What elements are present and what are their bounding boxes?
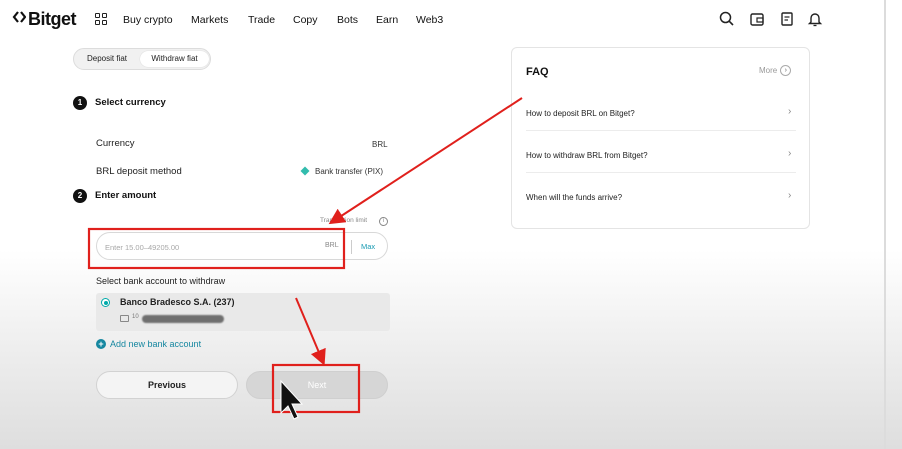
step-2-title: Enter amount	[95, 190, 157, 201]
faq-question: When will the funds arrive?	[526, 193, 623, 202]
currency-value[interactable]: BRL	[372, 140, 388, 149]
orders-icon[interactable]	[778, 10, 796, 28]
nav-trade[interactable]: Trade	[248, 14, 275, 26]
faq-item[interactable]: When will the funds arrive? ›	[512, 178, 809, 220]
add-bank-account-label: Add new bank account	[110, 339, 202, 349]
nav-buy-crypto[interactable]: Buy crypto	[123, 14, 173, 26]
bank-account-name: Banco Bradesco S.A. (237)	[120, 297, 235, 307]
faq-title: FAQ	[526, 66, 549, 78]
bitget-logo-mark-icon	[12, 10, 27, 29]
chevron-right-icon: ›	[780, 65, 792, 76]
chevron-right-icon: ›	[788, 106, 792, 117]
account-number-prefix: 10	[132, 314, 139, 320]
search-icon[interactable]	[718, 10, 736, 28]
nav-bots[interactable]: Bots	[337, 14, 358, 26]
withdraw-fiat-tab[interactable]: Withdraw fiat	[140, 51, 209, 67]
currency-label: Currency	[96, 138, 135, 149]
faq-question: How to withdraw BRL from Bitget?	[526, 151, 648, 160]
nav-web3[interactable]: Web3	[416, 14, 443, 26]
info-icon[interactable]: i	[379, 217, 388, 226]
card-icon	[120, 315, 129, 322]
plus-icon: +	[96, 339, 106, 349]
next-button[interactable]: Next	[246, 371, 388, 399]
step-2-badge: 2	[73, 189, 87, 203]
faq-more-link[interactable]: More ›	[759, 65, 792, 76]
previous-button[interactable]: Previous	[96, 371, 238, 399]
fiat-mode-toggle: Deposit fiat Withdraw fiat	[73, 48, 211, 70]
masked-account-number	[142, 315, 224, 323]
bank-radio[interactable]	[101, 298, 110, 307]
amount-divider	[351, 240, 352, 254]
faq-divider	[526, 130, 796, 131]
step-1-title: Select currency	[95, 97, 166, 108]
page-scrollbar[interactable]	[884, 0, 886, 449]
brand-name: Bitget	[28, 9, 77, 29]
faq-divider	[526, 172, 796, 173]
arrow-to-amount	[328, 97, 523, 225]
max-button[interactable]: Max	[361, 242, 375, 251]
add-bank-account-link[interactable]: + Add new bank account	[96, 339, 201, 349]
bank-account-option[interactable]: Banco Bradesco S.A. (237) 10	[96, 293, 390, 331]
transaction-limit-label: Transaction limit	[320, 217, 368, 224]
faq-panel: FAQ More › How to deposit BRL on Bitget?…	[511, 47, 810, 229]
amount-input[interactable]	[105, 239, 325, 255]
faq-question: How to deposit BRL on Bitget?	[526, 109, 635, 118]
bitget-logo[interactable]: Bitget	[12, 9, 77, 30]
top-navigation: Bitget Buy crypto Markets Trade Copy Bot…	[0, 0, 902, 40]
amount-input-box: BRL Max	[96, 232, 388, 260]
apps-grid-icon[interactable]	[95, 13, 107, 25]
deposit-fiat-tab[interactable]: Deposit fiat	[77, 51, 137, 67]
chevron-right-icon: ›	[788, 148, 792, 159]
step-1-badge: 1	[73, 96, 87, 110]
faq-more-label: More	[759, 66, 778, 75]
bell-icon[interactable]	[806, 10, 824, 28]
deposit-method-label: BRL deposit method	[96, 166, 182, 177]
pix-icon	[300, 166, 310, 176]
chevron-right-icon: ›	[788, 190, 792, 201]
nav-earn[interactable]: Earn	[376, 14, 398, 26]
bank-account-title: Select bank account to withdraw	[96, 276, 226, 286]
wallet-icon[interactable]	[748, 10, 766, 28]
nav-markets[interactable]: Markets	[191, 14, 228, 26]
amount-currency: BRL	[325, 242, 339, 249]
nav-copy[interactable]: Copy	[293, 14, 318, 26]
deposit-method-value[interactable]: Bank transfer (PIX)	[315, 167, 383, 176]
